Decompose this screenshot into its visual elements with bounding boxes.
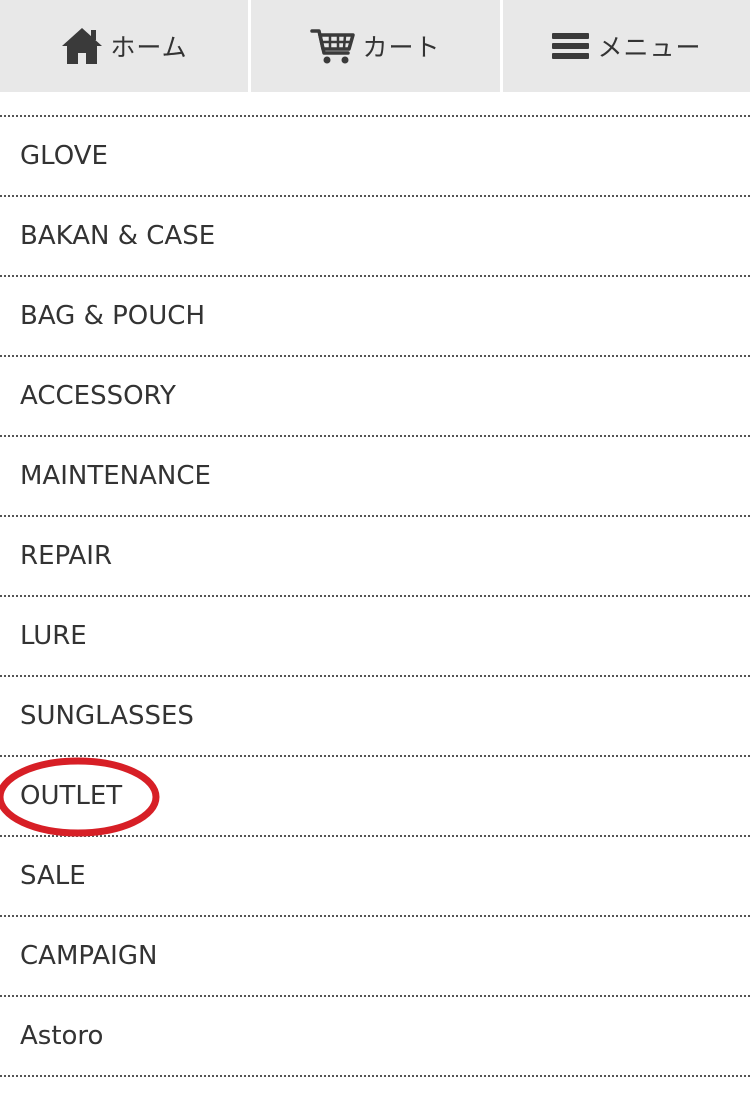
menu-item-outlet[interactable]: OUTLET [0,757,750,837]
list-top-divider [0,92,750,117]
home-label: ホーム [110,33,188,62]
menu-label: メニュー [597,33,702,62]
menu-item-accessory[interactable]: ACCESSORY [0,357,750,437]
menu-item-repair[interactable]: REPAIR [0,517,750,597]
menu-button[interactable]: メニュー [503,0,750,92]
menu-item-lure[interactable]: LURE [0,597,750,677]
category-menu-list: GLOVE BAKAN & CASE BAG & POUCH ACCESSORY… [0,92,750,1077]
hamburger-icon [551,30,591,62]
cart-label: カート [362,33,441,62]
menu-item-campaign[interactable]: CAMPAIGN [0,917,750,997]
cart-icon [310,27,356,65]
menu-item-glove[interactable]: GLOVE [0,117,750,197]
menu-item-maintenance[interactable]: MAINTENANCE [0,437,750,517]
home-button[interactable]: ホーム [0,0,248,92]
home-icon [60,26,104,66]
menu-item-sunglasses[interactable]: SUNGLASSES [0,677,750,757]
cart-button[interactable]: カート [251,0,500,92]
menu-item-sale[interactable]: SALE [0,837,750,917]
menu-item-bag-pouch[interactable]: BAG & POUCH [0,277,750,357]
top-nav-bar: ホーム カート メニュー [0,0,750,92]
menu-item-astoro[interactable]: Astoro [0,997,750,1077]
menu-item-bakan-case[interactable]: BAKAN & CASE [0,197,750,277]
